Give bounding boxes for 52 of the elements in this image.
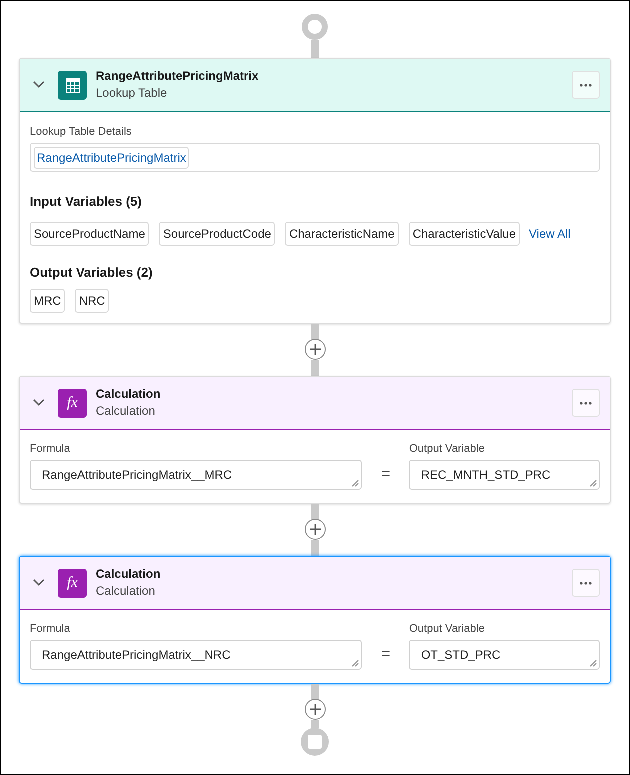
more-icon	[580, 84, 592, 86]
variable-pill: CharacteristicName	[285, 222, 399, 246]
field-label: Output Variable	[409, 622, 486, 636]
variable-pill: SourceProductCode	[159, 222, 276, 246]
chevron-down-icon	[33, 81, 45, 89]
formula-icon: fx	[58, 568, 87, 598]
more-icon	[580, 582, 592, 584]
add-step-button[interactable]	[304, 699, 326, 720]
resize-grip-icon[interactable]	[352, 660, 360, 667]
step-card[interactable]: fx Calculation Calculation Formula RangeAttributePricingMatrix__MRC = Output Variable REC_MNTH_STD_PRC	[19, 376, 611, 504]
more-icon	[580, 402, 592, 404]
plus-icon	[308, 343, 322, 356]
field-label: Formula	[30, 622, 72, 636]
variable-pill: MRC	[30, 289, 66, 313]
output-variable-field[interactable]: OT_STD_PRC	[409, 640, 600, 670]
step-card[interactable]	[19, 58, 611, 324]
formula-icon: fx	[58, 388, 87, 418]
lookup-table-pill[interactable]: RangeAttributePricingMatrix	[34, 146, 190, 168]
equals-sign: =	[380, 465, 392, 485]
variable-pill: NRC	[75, 289, 110, 313]
resize-grip-icon[interactable]	[590, 480, 598, 487]
plus-icon	[308, 703, 322, 716]
step-title: RangeAttributePricingMatrix	[96, 68, 260, 84]
step-title: Calculation	[96, 566, 162, 582]
table-icon	[58, 70, 87, 100]
add-step-button[interactable]	[304, 339, 326, 360]
lookup-table-field[interactable]: RangeAttributePricingMatrix	[30, 143, 600, 172]
chevron-down-icon	[33, 399, 45, 407]
step-title: Calculation	[96, 386, 162, 402]
field-label: Output Variable	[409, 442, 486, 456]
add-step-button[interactable]	[304, 519, 326, 540]
plus-icon	[308, 523, 322, 536]
step-type: Lookup Table	[96, 85, 168, 102]
resize-grip-icon[interactable]	[590, 660, 598, 667]
step-type: Calculation	[96, 583, 156, 600]
view-all-link[interactable]: View All	[529, 224, 571, 242]
variable-pill: SourceProductName	[30, 222, 150, 246]
field-label: Lookup Table Details	[30, 125, 133, 139]
start-node	[302, 14, 328, 40]
equals-sign: =	[380, 645, 392, 665]
formula-field[interactable]: RangeAttributePricingMatrix__MRC	[30, 460, 362, 490]
formula-field[interactable]: RangeAttributePricingMatrix__NRC	[30, 640, 362, 670]
output-variable-field[interactable]: REC_MNTH_STD_PRC	[409, 460, 600, 490]
section-heading: Input Variables (5)	[30, 193, 143, 211]
field-label: Formula	[30, 442, 72, 456]
step-type: Calculation	[96, 403, 156, 420]
end-node	[301, 728, 329, 756]
variable-pill: CharacteristicValue	[408, 222, 520, 246]
step-card[interactable]: fx Calculation Calculation Formula RangeAttributePricingMatrix__NRC = Output Variable OT_STD_PRC	[19, 556, 611, 684]
chevron-down-icon	[33, 579, 45, 587]
section-heading: Output Variables (2)	[30, 264, 154, 282]
resize-grip-icon[interactable]	[352, 480, 360, 487]
